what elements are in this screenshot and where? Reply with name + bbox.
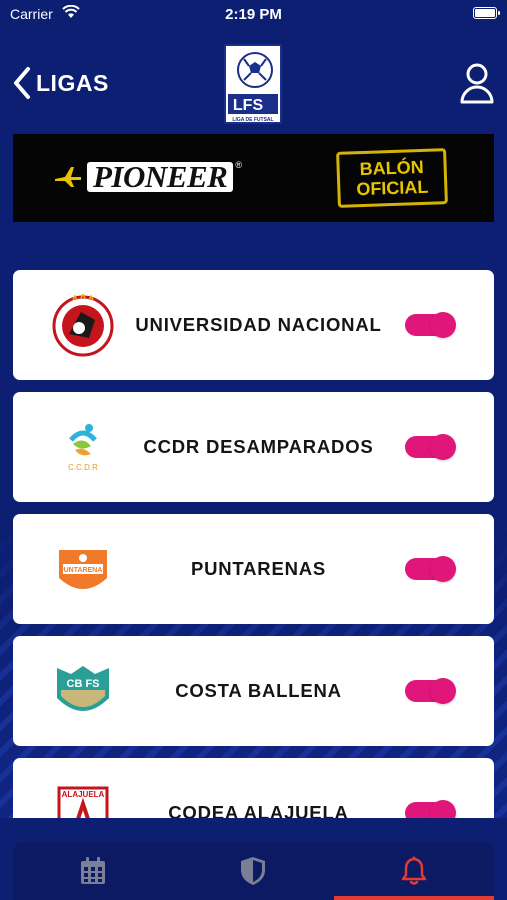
alajuela-crest-caption: ALAJUELA	[62, 790, 105, 799]
toggle-knob	[430, 678, 456, 704]
team-toggle[interactable]	[405, 556, 456, 582]
bell-icon	[401, 856, 427, 885]
logo-caption: LIGA DE FUTSAL	[232, 117, 273, 123]
team-card-ccdr-desamparados[interactable]: C.C.D.R CCDR DESAMPARADOS	[13, 392, 494, 502]
chevron-left-icon	[14, 67, 30, 99]
team-name: COSTA BALLENA	[175, 680, 342, 701]
costa-ballena-crest-caption: CB FS	[67, 678, 100, 690]
ccdr-desamparados-crest: C.C.D.R	[68, 424, 98, 472]
team-name: CCDR DESAMPARADOS	[143, 436, 374, 457]
shield-icon	[241, 857, 265, 885]
toggle-knob	[430, 312, 456, 338]
team-toggle[interactable]	[405, 312, 456, 338]
tab-notifications[interactable]	[334, 842, 494, 900]
airplane-icon	[55, 167, 81, 187]
back-label: LIGAS	[36, 69, 109, 96]
battery-icon	[473, 7, 500, 19]
team-toggle[interactable]	[405, 678, 456, 704]
ccdr-crest-caption: C.C.D.R	[68, 463, 98, 472]
team-card-universidad-nacional[interactable]: UNIVERSIDAD NACIONAL	[13, 270, 494, 380]
balon-oficial-badge: BALÓN OFICIAL	[336, 148, 448, 208]
toggle-knob	[430, 434, 456, 460]
back-button[interactable]: LIGAS	[12, 66, 109, 100]
team-name: UNIVERSIDAD NACIONAL	[135, 314, 382, 335]
team-card-costa-ballena[interactable]: CB FS COSTA BALLENA	[13, 636, 494, 746]
calendar-icon	[81, 857, 105, 884]
costa-ballena-crest: CB FS	[57, 666, 109, 711]
pioneer-logo: PIONEER ®	[53, 160, 242, 192]
registered-mark: ®	[235, 160, 242, 170]
tab-bar	[13, 842, 494, 900]
status-time: 2:19 PM	[225, 6, 282, 23]
universidad-nacional-crest	[52, 294, 114, 357]
pioneer-brand: PIONEER	[87, 161, 234, 192]
puntarenas-crest-caption: PUNTARENAS	[59, 567, 107, 574]
status-bar: Carrier 2:19 PM	[0, 0, 507, 28]
toggle-knob	[430, 556, 456, 582]
logo-text: LFS	[233, 97, 264, 114]
team-card-puntarenas[interactable]: PUNTARENAS PUNTARENAS	[13, 514, 494, 624]
tab-shield[interactable]	[173, 842, 333, 900]
user-profile-icon[interactable]	[459, 62, 495, 104]
league-logo: LFS LIGA DE FUTSAL	[224, 44, 282, 124]
team-name: PUNTARENAS	[190, 558, 327, 579]
team-toggle[interactable]	[405, 434, 456, 460]
puntarenas-crest: PUNTARENAS	[59, 550, 107, 589]
tab-calendar[interactable]	[13, 842, 173, 900]
sponsor-banner[interactable]: PIONEER ® BALÓN OFICIAL	[13, 134, 494, 222]
balon-line2: OFICIAL	[356, 176, 429, 200]
